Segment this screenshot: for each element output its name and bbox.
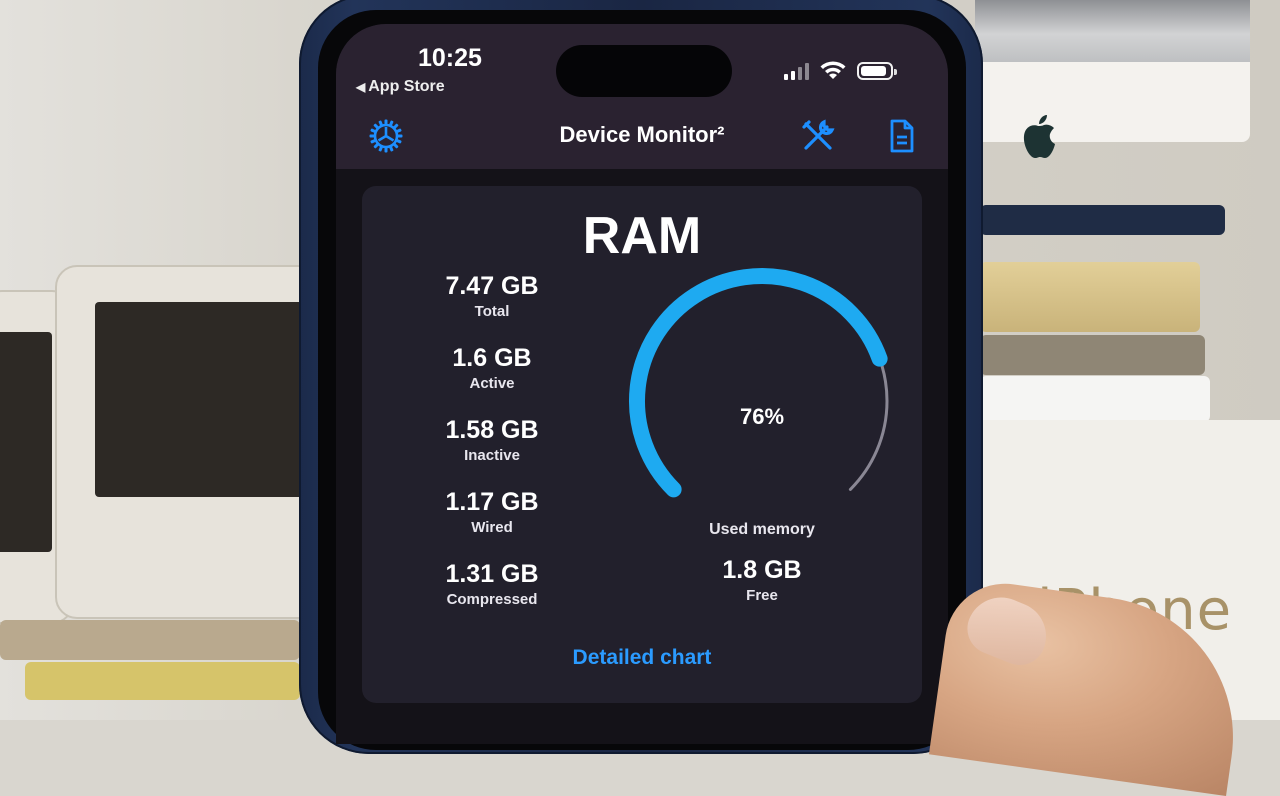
- signal-bar: [805, 63, 809, 80]
- stacked-phone-white: [980, 376, 1210, 422]
- stat-label: Inactive: [464, 447, 520, 464]
- stat-total: 7.47 GB Total: [402, 272, 582, 320]
- stat-free: 1.8 GB Free: [672, 556, 852, 604]
- dynamic-island: [556, 45, 732, 97]
- battery-level: [861, 66, 887, 76]
- stacked-phone-gold: [980, 262, 1200, 332]
- gauge-percent: 76%: [739, 404, 785, 429]
- phone-screen: 10:25 ◀ App Store Device Monitor² RAM 7.…: [336, 24, 948, 744]
- old-phone-screen: [0, 332, 52, 552]
- stat-active: 1.6 GB Active: [402, 344, 582, 392]
- apple-logo-icon: [1023, 115, 1055, 158]
- wifi-icon: [820, 61, 846, 79]
- status-icons: [784, 60, 897, 80]
- old-phone-screen: [95, 302, 325, 497]
- gauge-fill: [629, 268, 888, 498]
- used-memory-gauge: 76% Used memory: [602, 266, 922, 566]
- back-app-label: App Store: [368, 78, 445, 95]
- back-triangle-icon: ◀: [356, 80, 366, 94]
- ram-card: RAM 7.47 GB Total 1.6 GB Active 1.58 GB …: [362, 186, 922, 703]
- background-old-phones: [0, 250, 325, 720]
- old-phone-gold: [0, 620, 300, 660]
- stacked-phone: [980, 205, 1225, 235]
- gauge-label: Used memory: [709, 521, 815, 538]
- stat-value: 1.17 GB: [445, 488, 539, 516]
- stacked-phone-gray: [980, 335, 1205, 375]
- old-phone: [55, 265, 325, 619]
- signal-bar: [791, 71, 795, 80]
- tools-icon[interactable]: [800, 118, 836, 154]
- stat-label: Active: [469, 375, 515, 392]
- stat-label: Compressed: [446, 591, 538, 608]
- stat-wired: 1.17 GB Wired: [402, 488, 582, 536]
- signal-bar: [784, 74, 788, 80]
- stat-inactive: 1.58 GB Inactive: [402, 416, 582, 464]
- stat-value: 1.31 GB: [445, 560, 539, 588]
- back-to-app-button[interactable]: ◀ App Store: [356, 78, 445, 96]
- stat-value: 1.6 GB: [452, 344, 532, 372]
- old-phone-yellow: [25, 662, 300, 700]
- ram-title: RAM: [582, 207, 702, 265]
- stat-value: 1.8 GB: [722, 556, 802, 584]
- cellular-signal-icon: [784, 62, 809, 80]
- stat-compressed: 1.31 GB Compressed: [402, 560, 582, 608]
- status-time: 10:25: [418, 44, 482, 72]
- document-icon[interactable]: [884, 118, 920, 154]
- stat-label: Wired: [471, 519, 513, 536]
- stat-label: Total: [474, 303, 510, 320]
- stat-value: 1.58 GB: [445, 416, 539, 444]
- stat-label: Free: [746, 587, 778, 604]
- detailed-chart-link[interactable]: Detailed chart: [362, 646, 922, 670]
- stat-value: 7.47 GB: [445, 272, 539, 300]
- battery-icon: [857, 62, 897, 80]
- signal-bar: [798, 67, 802, 80]
- app-title: Device Monitor²: [559, 122, 725, 147]
